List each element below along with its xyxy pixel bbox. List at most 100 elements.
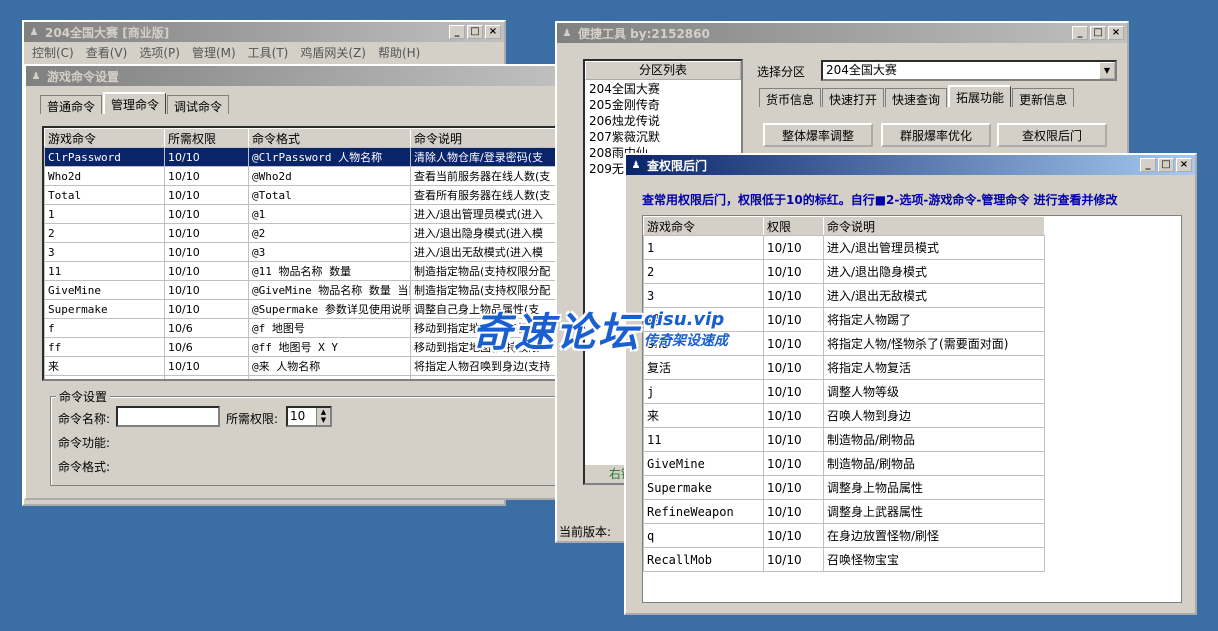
table-row[interactable]: q 10/10 在身边放置怪物/刷怪 bbox=[643, 523, 1045, 548]
minimize-button[interactable]: _ bbox=[449, 25, 465, 39]
command-titlebar[interactable]: ♟ 游戏命令设置 bbox=[26, 66, 562, 86]
minimize-button[interactable]: _ bbox=[1140, 158, 1156, 172]
table-cell: @ClrPassword 人物名称 bbox=[248, 147, 411, 167]
table-cell: @删除 人物名称 bbox=[248, 375, 411, 379]
app-icon: ♟ bbox=[562, 27, 572, 39]
table-row[interactable]: 3 10/10 @3 进入/退出无敌模式(进入模 bbox=[44, 242, 560, 262]
maximize-button[interactable]: □ bbox=[1090, 26, 1106, 40]
table-row[interactable]: Who2d 10/10 @Who2d 查看当前服务器在线人数(支 bbox=[44, 166, 560, 186]
group-droprate-button[interactable]: 群服爆率优化 bbox=[881, 123, 991, 147]
table-row[interactable]: 11 10/10 @11 物品名称 数量 制造指定物品(支持权限分配 bbox=[44, 261, 560, 281]
table-cell: 将指定人物/怪物杀了(需要面对面) bbox=[823, 331, 1045, 356]
table-cell: 来 bbox=[643, 403, 764, 428]
column-header[interactable]: 命令格式 bbox=[248, 128, 411, 148]
table-cell: 将指定人物召唤到身边(支持 bbox=[410, 356, 560, 376]
table-row[interactable]: 2 10/10 进入/退出隐身模式 bbox=[643, 259, 1045, 284]
tab-quick-open[interactable]: 快速打开 bbox=[822, 88, 885, 107]
table-cell: 召唤人物到身边 bbox=[823, 403, 1045, 428]
spinner-arrows-icon[interactable]: ▲ ▼ bbox=[316, 408, 330, 425]
table-row[interactable]: 1 10/10 @1 进入/退出管理员模式(进入 bbox=[44, 204, 560, 224]
tab-admin-commands[interactable]: 管理命令 bbox=[103, 92, 167, 114]
permission-titlebar[interactable]: ♟ 查权限后门 _ □ × bbox=[626, 155, 1195, 175]
table-cell: @1 bbox=[248, 204, 411, 224]
table-cell: 10/10 bbox=[763, 547, 824, 572]
table-cell: RecallMob bbox=[643, 547, 764, 572]
region-list-item[interactable]: 207紫薇沉默 bbox=[585, 128, 741, 144]
table-row[interactable]: ClrPassword 10/10 @ClrPassword 人物名称 清除人物仓库/… bbox=[44, 147, 560, 167]
region-list-item[interactable]: 206烛龙传说 bbox=[585, 112, 741, 128]
command-name-input[interactable] bbox=[116, 406, 220, 427]
tab-debug-commands[interactable]: 调试命令 bbox=[167, 95, 230, 114]
region-select[interactable]: 204全国大赛 ▼ bbox=[821, 60, 1117, 81]
menu-view[interactable]: 查看(V) bbox=[82, 44, 132, 61]
command-title: 游戏命令设置 bbox=[47, 69, 120, 84]
table-cell: @来 人物名称 bbox=[248, 356, 411, 376]
menu-manage[interactable]: 管理(M) bbox=[188, 44, 240, 61]
watermark-slogan: 传奇架设速成 bbox=[644, 332, 728, 349]
permission-spinner[interactable]: 10 ▲ ▼ bbox=[286, 406, 332, 427]
table-row[interactable]: 1 10/10 进入/退出管理员模式 bbox=[643, 235, 1045, 260]
table-cell: 10/10 bbox=[763, 427, 824, 452]
minimize-button[interactable]: _ bbox=[1072, 26, 1088, 40]
table-cell: 制造指定物品(支持权限分配 bbox=[410, 261, 560, 281]
menu-tools[interactable]: 工具(T) bbox=[244, 44, 293, 61]
region-list-item[interactable]: 205金刚传奇 bbox=[585, 96, 741, 112]
column-header[interactable]: 游戏命令 bbox=[44, 128, 165, 148]
close-button[interactable]: × bbox=[485, 25, 501, 39]
table-row[interactable]: 11 10/10 制造物品/刷物品 bbox=[643, 427, 1045, 452]
menu-control[interactable]: 控制(C) bbox=[28, 44, 78, 61]
table-cell: 10/10 bbox=[763, 499, 824, 524]
overall-droprate-button[interactable]: 整体爆率调整 bbox=[763, 123, 873, 147]
table-row[interactable]: Supermake 10/10 调整身上物品属性 bbox=[643, 475, 1045, 500]
maximize-button[interactable]: □ bbox=[467, 25, 483, 39]
table-cell: 2 bbox=[643, 259, 764, 284]
region-list-header[interactable]: 分区列表 bbox=[585, 61, 741, 80]
column-header[interactable]: 命令说明 bbox=[823, 216, 1045, 236]
check-permission-backdoor-button[interactable]: 查权限后门 bbox=[997, 123, 1107, 147]
table-cell: 查看所有服务器在线人数(支 bbox=[410, 185, 560, 205]
tab-update-info[interactable]: 更新信息 bbox=[1012, 88, 1075, 107]
chevron-down-icon[interactable]: ▼ bbox=[1099, 62, 1115, 79]
maximize-button[interactable]: □ bbox=[1158, 158, 1174, 172]
permission-table-container[interactable]: 游戏命令 权限 命令说明 1 10/10 进入/退出管理员模式 2 10/10 进入/退出… bbox=[642, 215, 1182, 603]
table-cell: 制造物品/刷物品 bbox=[823, 427, 1045, 452]
table-cell: 进入/退出无敌模式(进入模 bbox=[410, 242, 560, 262]
menu-options[interactable]: 选项(P) bbox=[135, 44, 184, 61]
watermark-logo: 奇速论坛 bbox=[472, 310, 640, 356]
table-cell: 10/6 bbox=[164, 337, 249, 357]
main-titlebar[interactable]: ♟ 204全国大赛 [商业版] _ □ × bbox=[24, 22, 504, 42]
tool-titlebar[interactable]: ♟ 便捷工具 by:2152860 _ □ × bbox=[557, 23, 1127, 43]
tab-currency-info[interactable]: 货币信息 bbox=[759, 88, 822, 107]
table-row[interactable]: 来 10/10 召唤人物到身边 bbox=[643, 403, 1045, 428]
table-row[interactable]: RefineWeapon 10/10 调整身上武器属性 bbox=[643, 499, 1045, 524]
column-header[interactable]: 命令说明 bbox=[410, 128, 560, 148]
tab-quick-query[interactable]: 快速查询 bbox=[885, 88, 948, 107]
table-row[interactable]: 来 10/10 @来 人物名称 将指定人物召唤到身边(支持 bbox=[44, 356, 560, 376]
table-cell: 10/10 bbox=[164, 299, 249, 319]
table-row[interactable]: RecallMob 10/10 召唤怪物宝宝 bbox=[643, 547, 1045, 572]
table-cell: 1 bbox=[44, 204, 165, 224]
column-header[interactable]: 所需权限 bbox=[164, 128, 249, 148]
region-list-item[interactable]: 204全国大赛 bbox=[585, 80, 741, 96]
close-button[interactable]: × bbox=[1108, 26, 1124, 40]
column-header[interactable]: 游戏命令 bbox=[643, 216, 764, 236]
table-row[interactable]: GiveMine 10/10 制造物品/刷物品 bbox=[643, 451, 1045, 476]
table-row[interactable]: 删除10/10@删除 人物名称删除指定人物(支持权限分 bbox=[44, 375, 560, 379]
column-header[interactable]: 权限 bbox=[763, 216, 824, 236]
tab-normal-commands[interactable]: 普通命令 bbox=[40, 95, 103, 114]
tab-extend-functions[interactable]: 拓展功能 bbox=[948, 85, 1012, 107]
table-row[interactable]: 复活 10/10 将指定人物复活 bbox=[643, 355, 1045, 380]
tool-tabs: 货币信息 快速打开 快速查询 拓展功能 更新信息 bbox=[759, 85, 1075, 107]
table-cell: 3 bbox=[44, 242, 165, 262]
command-name-label: 命令名称: bbox=[58, 412, 111, 426]
table-row[interactable]: Total 10/10 @Total 查看所有服务器在线人数(支 bbox=[44, 185, 560, 205]
table-cell: 在身边放置怪物/刷怪 bbox=[823, 523, 1045, 548]
table-row[interactable]: 2 10/10 @2 进入/退出隐身模式(进入模 bbox=[44, 223, 560, 243]
table-row[interactable]: j 10/10 调整人物等级 bbox=[643, 379, 1045, 404]
region-select-value: 204全国大赛 bbox=[826, 63, 897, 77]
menu-gateway[interactable]: 鸡盾网关(Z) bbox=[296, 44, 370, 61]
table-row[interactable]: GiveMine 10/10 @GiveMine 物品名称 数量 当前 制造指定物品(… bbox=[44, 280, 560, 300]
table-cell: 制造指定物品(支持权限分配 bbox=[410, 280, 560, 300]
close-button[interactable]: × bbox=[1176, 158, 1192, 172]
menu-help[interactable]: 帮助(H) bbox=[374, 44, 424, 61]
